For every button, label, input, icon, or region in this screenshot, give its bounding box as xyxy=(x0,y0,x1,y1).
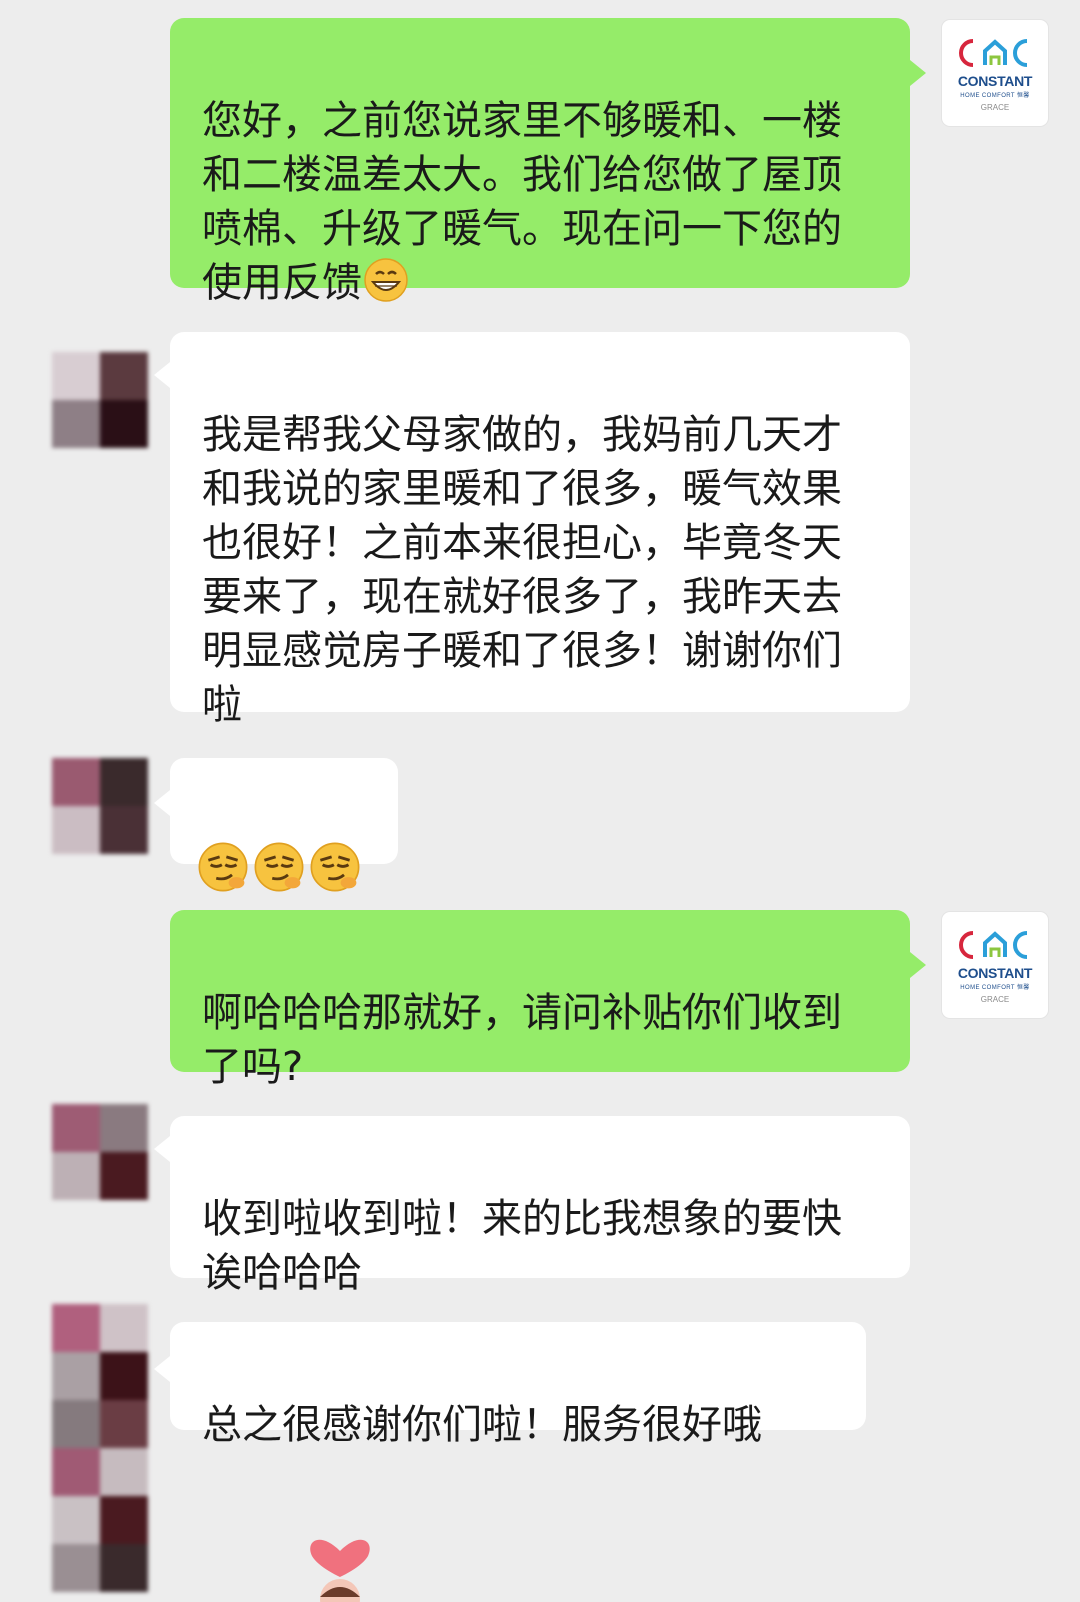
contact-avatar-pixelated[interactable] xyxy=(52,1304,148,1592)
contact-avatar-pixelated[interactable] xyxy=(52,352,148,448)
agent-name: GRACE xyxy=(980,102,1010,112)
grin-emoji-icon xyxy=(364,258,408,302)
bubble-tail xyxy=(154,1136,170,1162)
message-bubble-outgoing[interactable]: 啊哈哈哈那就好，请问补贴你们收到了吗? xyxy=(170,910,910,1090)
contact-avatar-pixelated[interactable] xyxy=(52,758,148,854)
message-bubble-incoming[interactable]: 总之很感谢你们啦！服务很好哦 xyxy=(170,1322,866,1448)
bubble-tail xyxy=(154,362,170,388)
agent-name: GRACE xyxy=(980,994,1010,1004)
message-text: 总之很感谢你们啦！服务很好哦 xyxy=(202,1402,762,1448)
heart-sticker-icon xyxy=(310,1539,370,1602)
brand-name: CONSTANT xyxy=(957,72,1033,89)
message-text: 您好，之前您说家里不够暖和、一楼和二楼温差太大。我们给您做了屋顶喷棉、升级了暖气… xyxy=(202,98,842,306)
smirk-emoji-icon xyxy=(310,842,360,892)
cac-logo-icon xyxy=(959,38,1028,67)
message-bubble-incoming[interactable] xyxy=(170,758,398,892)
message-text: 啊哈哈哈那就好，请问补贴你们收到了吗? xyxy=(202,990,842,1090)
bubble-tail xyxy=(910,952,926,978)
message-text: 我是帮我父母家做的，我妈前几天才和我说的家里暖和了很多，暖气效果也很好！之前本来… xyxy=(202,412,842,728)
smirk-emoji-icon xyxy=(198,842,248,892)
contact-avatar-pixelated[interactable] xyxy=(52,1104,148,1200)
bubble-tail xyxy=(154,790,170,816)
company-logo-avatar[interactable]: CONSTANT HOME COMFORT 恒馨 GRACE xyxy=(942,20,1048,126)
bubble-tail xyxy=(910,60,926,86)
bubble-tail xyxy=(154,1356,170,1382)
message-bubble-incoming[interactable]: 我是帮我父母家做的，我妈前几天才和我说的家里暖和了很多，暖气效果也很好！之前本来… xyxy=(170,332,910,728)
smirk-emoji-icon xyxy=(254,842,304,892)
brand-name: CONSTANT xyxy=(957,964,1033,981)
message-bubble-outgoing[interactable]: 您好，之前您说家里不够暖和、一楼和二楼温差太大。我们给您做了屋顶喷棉、升级了暖气… xyxy=(170,18,910,306)
message-bubble-incoming[interactable]: 收到啦收到啦！来的比我想象的要快诶哈哈哈 xyxy=(170,1116,910,1296)
message-text: 收到啦收到啦！来的比我想象的要快诶哈哈哈 xyxy=(202,1196,842,1296)
brand-tagline: HOME COMFORT 恒馨 xyxy=(960,92,1030,99)
brand-tagline: HOME COMFORT 恒馨 xyxy=(960,984,1030,991)
company-logo-avatar[interactable]: CONSTANT HOME COMFORT 恒馨 GRACE xyxy=(942,912,1048,1018)
cac-logo-icon xyxy=(959,930,1028,959)
